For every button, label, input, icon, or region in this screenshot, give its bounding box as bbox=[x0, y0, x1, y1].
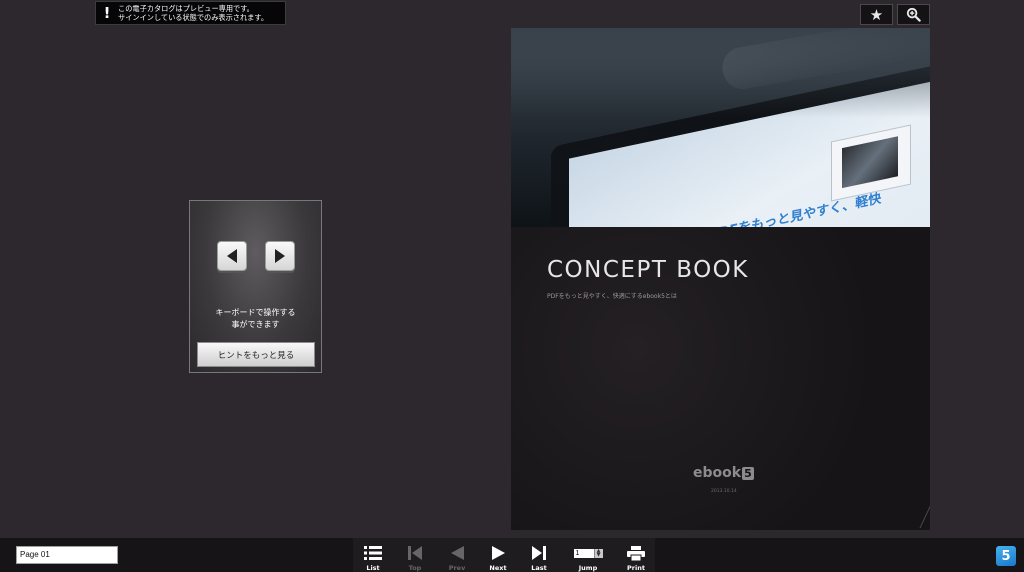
arrow-right-key-icon bbox=[265, 241, 295, 271]
last-page-icon bbox=[532, 546, 546, 560]
cover-title: CONCEPT BOOK bbox=[547, 257, 749, 283]
arrow-left-key-icon bbox=[217, 241, 247, 271]
zoom-button[interactable] bbox=[897, 4, 930, 25]
page-number-field[interactable]: Page 01 bbox=[16, 546, 118, 564]
next-label: Next bbox=[489, 564, 507, 572]
top-button[interactable]: Top bbox=[395, 538, 435, 572]
page-curl[interactable] bbox=[901, 496, 930, 528]
list-label: List bbox=[366, 564, 380, 572]
jump-button[interactable]: Jump bbox=[579, 564, 597, 572]
bookmark-button[interactable]: ★ bbox=[860, 4, 893, 25]
prev-label: Prev bbox=[448, 564, 466, 572]
ebook-logo: ebook 5 bbox=[693, 465, 754, 481]
list-button[interactable]: List bbox=[353, 538, 393, 572]
exclamation-icon: ! bbox=[103, 4, 111, 22]
book-page[interactable]: PDFをもっと見やすく、軽快 CONCEPT BOOK PDFをもっと見やすく、… bbox=[511, 28, 930, 530]
jump-spinner[interactable]: ▲ ▼ bbox=[593, 548, 603, 558]
print-button[interactable]: Print bbox=[616, 538, 656, 572]
prev-icon bbox=[450, 546, 464, 560]
preview-notice-line1: この電子カタログはプレビュー専用です。 bbox=[118, 4, 254, 13]
keyboard-hint-panel: キーボードで操作する 事ができます ヒントをもっと見る bbox=[189, 200, 322, 373]
ebook5-logo-icon[interactable]: 5 bbox=[996, 546, 1016, 566]
last-label: Last bbox=[531, 564, 547, 572]
top-label: Top bbox=[408, 564, 422, 572]
jump-control: 1 ▲ ▼ Jump bbox=[566, 538, 610, 572]
prev-button[interactable]: Prev bbox=[437, 538, 477, 572]
preview-notice-text: この電子カタログはプレビュー専用です。 サインインしている状態でのみ表示されます… bbox=[118, 4, 268, 22]
preview-notice-line2: サインインしている状態でのみ表示されます。 bbox=[118, 13, 269, 22]
jump-page-input[interactable]: 1 bbox=[573, 548, 594, 558]
next-icon bbox=[491, 546, 505, 560]
zoom-in-icon bbox=[906, 7, 921, 22]
cover-photo: PDFをもっと見やすく、軽快 bbox=[511, 28, 930, 227]
preview-notice: ! この電子カタログはプレビュー専用です。 サインインしている状態でのみ表示され… bbox=[95, 1, 286, 25]
navigation-controls: List Top Prev Next Last 1 ▲ ▼ Jump Print bbox=[353, 538, 655, 572]
cover-body: CONCEPT BOOK PDFをもっと見やすく、快適にするebook5とは e… bbox=[511, 227, 930, 530]
cover-subtitle: PDFをもっと見やすく、快適にするebook5とは bbox=[547, 293, 677, 300]
next-button[interactable]: Next bbox=[478, 538, 518, 572]
first-page-icon bbox=[408, 546, 422, 560]
printer-icon bbox=[627, 545, 645, 561]
more-hints-button[interactable]: ヒントをもっと見る bbox=[197, 342, 315, 367]
list-icon bbox=[364, 546, 382, 560]
star-icon: ★ bbox=[869, 5, 884, 24]
bottom-toolbar: Page 01 List Top Prev Next Last 1 ▲ ▼ Ju… bbox=[0, 538, 1024, 572]
last-button[interactable]: Last bbox=[519, 538, 559, 572]
keyboard-hint-text: キーボードで操作する 事ができます bbox=[215, 308, 296, 329]
print-label: Print bbox=[627, 564, 645, 572]
cover-date: 2013.10.14 bbox=[711, 489, 737, 494]
